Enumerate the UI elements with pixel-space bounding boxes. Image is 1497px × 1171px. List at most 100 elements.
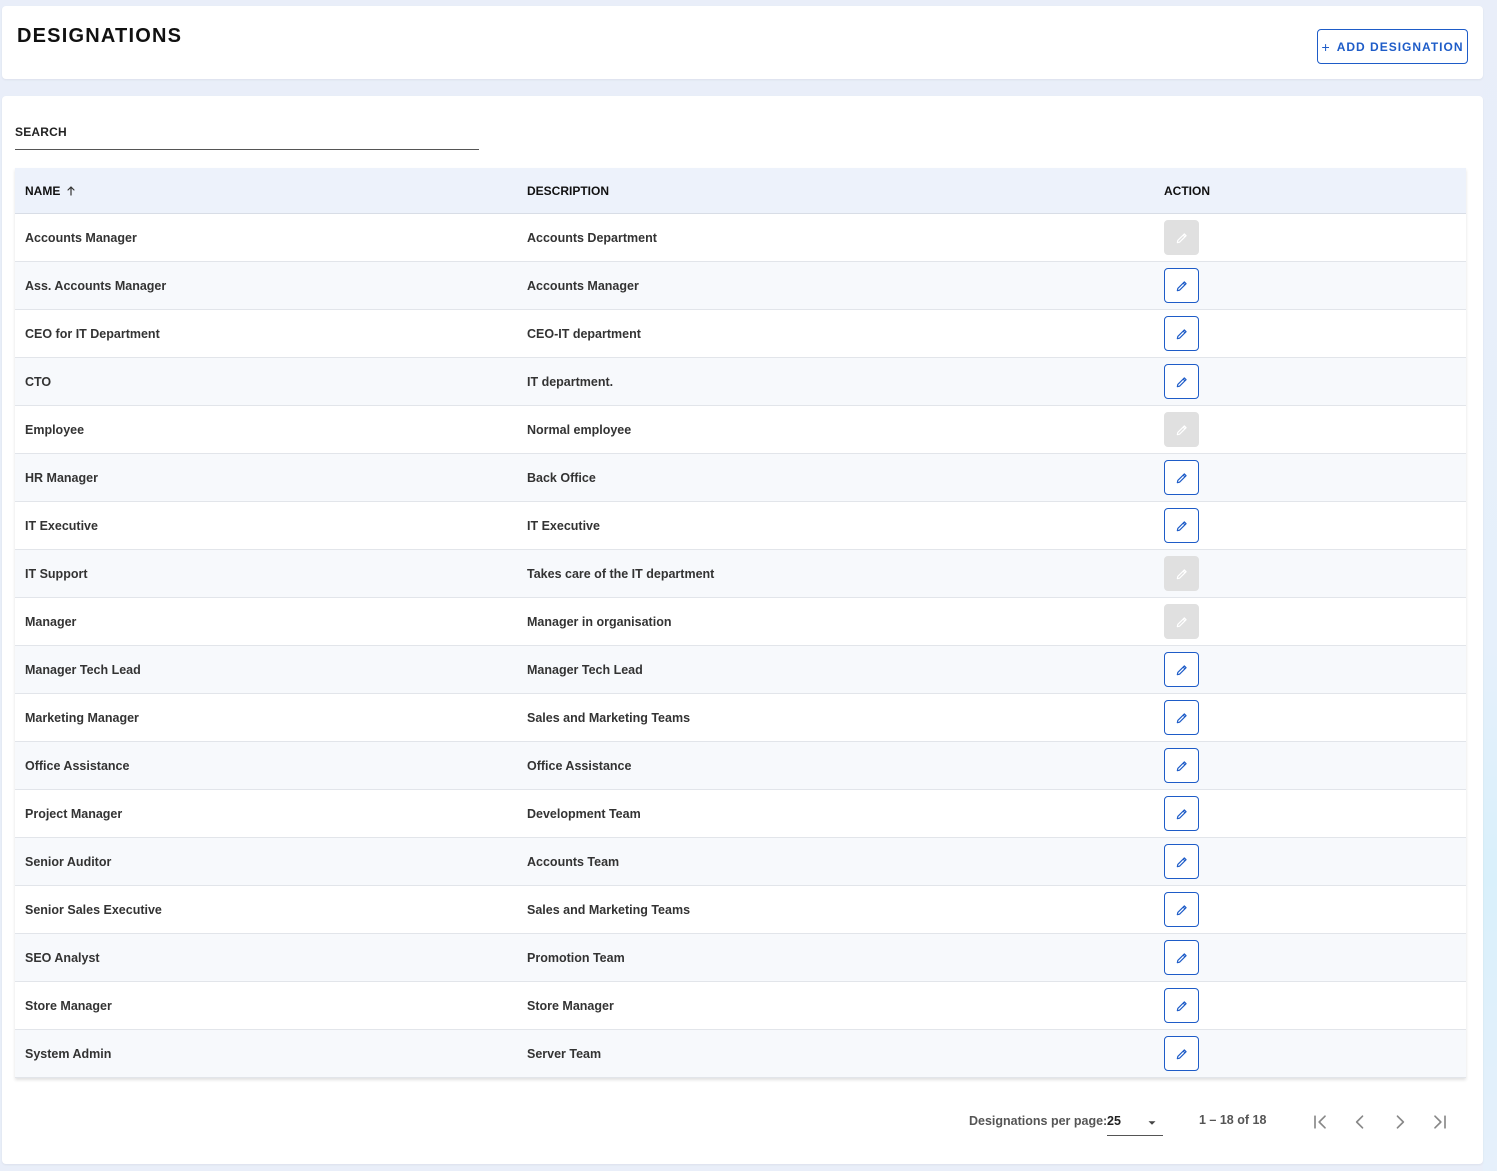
edit-button[interactable] [1164, 796, 1199, 831]
designation-name: Project Manager [25, 806, 123, 821]
page-title: DESIGNATIONS [17, 25, 183, 47]
action-cell [1154, 316, 1466, 351]
edit-button[interactable] [1164, 988, 1199, 1023]
designation-description: Accounts Department [527, 230, 657, 245]
designation-description: Normal employee [527, 422, 632, 437]
pencil-icon [1176, 712, 1187, 723]
column-header-description[interactable]: DESCRIPTION [517, 184, 1154, 198]
table-row: IT Support Takes care of the IT departmen… [15, 550, 1466, 598]
designation-name: Office Assistance [25, 758, 130, 773]
action-cell [1154, 988, 1466, 1023]
pencil-icon [1176, 568, 1187, 579]
pencil-icon [1176, 616, 1187, 627]
last-page-icon [1434, 1115, 1446, 1129]
pagination: Designations per page: 25 1 – 18 of 18 [0, 1108, 1497, 1136]
edit-button [1164, 412, 1199, 447]
designation-description: Sales and Marketing Teams [527, 710, 691, 725]
edit-button[interactable] [1164, 844, 1199, 879]
action-cell [1154, 556, 1466, 591]
column-header-name[interactable]: NAME [15, 184, 517, 198]
pencil-icon [1176, 952, 1187, 963]
per-page-select[interactable]: 25 [1107, 1108, 1163, 1136]
edit-button[interactable] [1164, 364, 1199, 399]
first-page-button[interactable] [1308, 1110, 1332, 1134]
edit-button[interactable] [1164, 940, 1199, 975]
action-cell [1154, 844, 1466, 879]
prev-page-icon [1355, 1115, 1364, 1129]
add-designation-button[interactable]: + ADD DESIGNATION [1317, 29, 1468, 64]
edit-button[interactable] [1164, 508, 1199, 543]
pencil-icon [1176, 232, 1187, 243]
add-designation-label: ADD DESIGNATION [1336, 39, 1464, 54]
edit-button [1164, 220, 1199, 255]
action-cell [1154, 892, 1466, 927]
action-cell [1154, 940, 1466, 975]
designation-name: CEO for IT Department [25, 326, 160, 341]
background-accent [1483, 0, 1497, 1171]
designation-name: HR Manager [25, 470, 98, 485]
pencil-icon [1176, 808, 1187, 819]
pencil-icon [1176, 1000, 1187, 1011]
page-range-label: 1 – 18 of 18 [1199, 1113, 1267, 1127]
designation-description: CEO-IT department [527, 326, 641, 341]
action-cell [1154, 604, 1466, 639]
action-cell [1154, 796, 1466, 831]
action-cell [1154, 268, 1466, 303]
designation-name: SEO Analyst [25, 950, 100, 965]
per-page-value: 25 [1107, 1114, 1121, 1128]
action-cell [1154, 748, 1466, 783]
action-cell [1154, 652, 1466, 687]
designation-description: Promotion Team [527, 950, 625, 965]
table-row: CEO for IT Department CEO-IT department [15, 310, 1466, 358]
edit-button[interactable] [1164, 316, 1199, 351]
edit-button[interactable] [1164, 1036, 1199, 1071]
edit-button[interactable] [1164, 892, 1199, 927]
table-row: Accounts Manager Accounts Department [15, 214, 1466, 262]
pencil-icon [1176, 1048, 1187, 1059]
pencil-icon [1176, 904, 1187, 915]
search-input[interactable] [15, 118, 479, 146]
table-row: Marketing Manager Sales and Marketing Tea… [15, 694, 1466, 742]
pencil-icon [1176, 856, 1187, 867]
edit-button[interactable] [1164, 748, 1199, 783]
pencil-icon [1176, 520, 1187, 531]
action-cell [1154, 364, 1466, 399]
designation-name: Senior Auditor [25, 854, 112, 869]
action-cell [1154, 1036, 1466, 1071]
column-header-action: ACTION [1164, 183, 1210, 198]
pencil-icon [1176, 376, 1187, 387]
designation-name: CTO [25, 374, 52, 389]
table-row: Project Manager Development Team [15, 790, 1466, 838]
designation-name: Senior Sales Executive [25, 902, 162, 917]
table-row: Manager Manager in organisation [15, 598, 1466, 646]
edit-button[interactable] [1164, 268, 1199, 303]
pencil-icon [1176, 760, 1187, 771]
designation-description: Development Team [527, 806, 641, 821]
table-row: CTO IT department. [15, 358, 1466, 406]
table-row: Store Manager Store Manager [15, 982, 1466, 1030]
designation-description: Back Office [527, 470, 596, 485]
page-header: DESIGNATIONS + ADD DESIGNATION [2, 6, 1483, 79]
edit-button[interactable] [1164, 460, 1199, 495]
prev-page-button[interactable] [1348, 1110, 1372, 1134]
designation-description: IT department. [527, 374, 614, 389]
action-cell [1154, 508, 1466, 543]
edit-button[interactable] [1164, 652, 1199, 687]
last-page-button[interactable] [1428, 1110, 1452, 1134]
action-cell [1154, 412, 1466, 447]
designation-description: Office Assistance [527, 758, 632, 773]
table-row: IT Executive IT Executive [15, 502, 1466, 550]
designation-description: Takes care of the IT department [527, 566, 715, 581]
designation-name: Manager Tech Lead [25, 662, 141, 677]
edit-button[interactable] [1164, 700, 1199, 735]
designations-table: NAME DESCRIPTION ACTION Accounts Manager… [15, 168, 1466, 1078]
pencil-icon [1176, 328, 1187, 339]
action-cell [1154, 460, 1466, 495]
next-page-button[interactable] [1388, 1110, 1412, 1134]
edit-button [1164, 604, 1199, 639]
designation-name: Employee [25, 422, 85, 437]
designation-description: Server Team [527, 1046, 602, 1061]
designation-description: Accounts Manager [527, 278, 639, 293]
pencil-icon [1176, 472, 1187, 483]
table-row: Senior Sales Executive Sales and Marketin… [15, 886, 1466, 934]
